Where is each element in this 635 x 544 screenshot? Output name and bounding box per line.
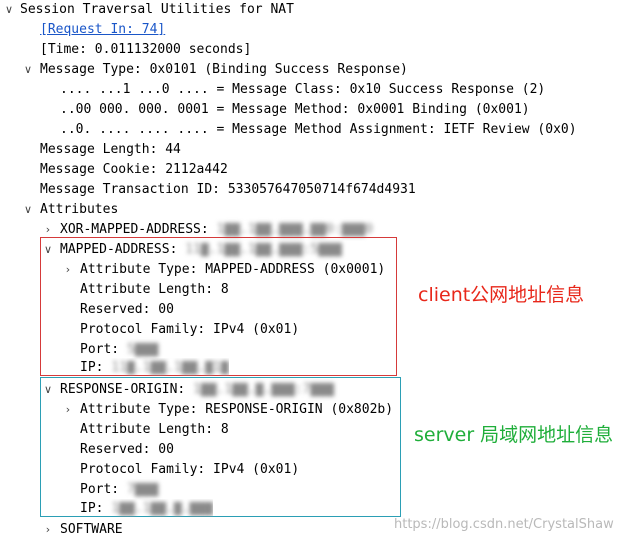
ip-field[interactable]: IP: 11▇.1▇▇.1▇▇.▇1▇ xyxy=(80,358,229,376)
collapse-icon[interactable]: ∨ xyxy=(43,240,53,260)
collapse-icon[interactable]: ∨ xyxy=(23,200,33,220)
collapse-icon[interactable]: ∨ xyxy=(4,0,14,20)
protocol-family-field[interactable]: Protocol Family: IPv4 (0x01) xyxy=(80,460,299,480)
expand-icon[interactable]: › xyxy=(63,260,73,280)
redacted-port: 5▇▇▇ xyxy=(126,342,159,357)
watermark: https://blog.csdn.net/CrystalShaw xyxy=(394,517,614,532)
redacted-ip: 1▇▇.1▇▇.▇.▇▇▇ xyxy=(111,501,214,516)
expand-icon[interactable]: › xyxy=(63,400,73,420)
attribute-length-field[interactable]: Attribute Length: 8 xyxy=(80,280,229,300)
transaction-id-field[interactable]: Message Transaction ID: 533057647050714f… xyxy=(40,180,416,200)
protocol-family-field[interactable]: Protocol Family: IPv4 (0x01) xyxy=(80,320,299,340)
attribute-type-field[interactable]: Attribute Type: RESPONSE-ORIGIN (0x802b) xyxy=(80,400,393,420)
message-cookie-field[interactable]: Message Cookie: 2112a442 xyxy=(40,160,228,180)
request-in-link[interactable]: [Request In: 74] xyxy=(40,20,165,40)
expand-icon[interactable]: › xyxy=(43,520,53,540)
redacted-ip: 11▇.1▇▇.1▇▇.▇1▇ xyxy=(111,360,229,375)
collapse-icon[interactable]: ∨ xyxy=(43,380,53,400)
ip-field[interactable]: IP: 1▇▇.1▇▇.▇.▇▇▇ xyxy=(80,499,213,517)
redacted-address: 1▇▇.1▇▇.▇▇▇.▇▇0:▇▇▇0 xyxy=(216,222,374,237)
software-item[interactable]: SOFTWARE xyxy=(60,520,123,540)
redacted-port: 7▇▇▇ xyxy=(126,482,159,497)
stun-root-item[interactable]: Session Traversal Utilities for NAT xyxy=(20,0,294,20)
client-annotation: client公网地址信息 xyxy=(418,284,585,306)
collapse-icon[interactable]: ∨ xyxy=(23,60,33,80)
port-field[interactable]: Port: 7▇▇▇ xyxy=(80,480,158,500)
message-method-field[interactable]: ..00 000. 000. 0001 = Message Method: 0x… xyxy=(60,100,530,120)
message-type-item[interactable]: Message Type: 0x0101 (Binding Success Re… xyxy=(40,60,408,80)
message-length-field[interactable]: Message Length: 44 xyxy=(40,140,181,160)
port-field[interactable]: Port: 5▇▇▇ xyxy=(80,340,158,360)
message-class-field[interactable]: .... ...1 ...0 .... = Message Class: 0x1… xyxy=(60,80,545,100)
mapped-address-item[interactable]: MAPPED-ADDRESS: 11▇.1▇▇.1▇▇.▇▇▇:5▇▇▇ xyxy=(60,240,342,260)
time-field[interactable]: [Time: 0.011132000 seconds] xyxy=(40,40,251,60)
attribute-length-field[interactable]: Attribute Length: 8 xyxy=(80,420,229,440)
redacted-address: 1▇▇.1▇▇.▇.▇▇▇:7▇▇▇ xyxy=(193,382,334,397)
reserved-field[interactable]: Reserved: 00 xyxy=(80,440,174,460)
redacted-address: 11▇.1▇▇.1▇▇.▇▇▇:5▇▇▇ xyxy=(185,242,342,257)
method-assignment-field[interactable]: ..0. .... .... .... = Message Method Ass… xyxy=(60,120,577,140)
reserved-field[interactable]: Reserved: 00 xyxy=(80,300,174,320)
attributes-item[interactable]: Attributes xyxy=(40,200,118,220)
attribute-type-field[interactable]: Attribute Type: MAPPED-ADDRESS (0x0001) xyxy=(80,260,385,280)
server-annotation: server 局域网地址信息 xyxy=(414,424,614,446)
response-origin-item[interactable]: RESPONSE-ORIGIN: 1▇▇.1▇▇.▇.▇▇▇:7▇▇▇ xyxy=(60,380,334,400)
